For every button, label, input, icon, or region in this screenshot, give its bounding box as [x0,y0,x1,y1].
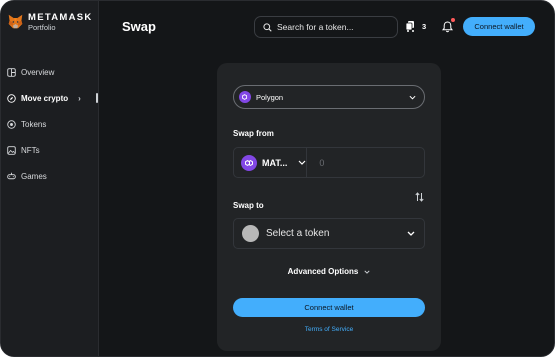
network-select[interactable]: Polygon [233,85,425,109]
nfts-icon [7,145,16,155]
metamask-fox-icon [8,14,23,29]
compass-icon [7,93,16,103]
overview-icon [7,67,16,77]
gamepad-icon [7,172,16,179]
swap-to-label: Swap to [233,201,264,210]
cart-button[interactable]: 3 [405,20,426,32]
swap-arrows-icon [415,192,424,202]
sidebar-item-overview[interactable]: Overview [1,59,98,85]
cart-count: 3 [422,21,427,31]
bell-icon [442,21,453,33]
search-input[interactable] [277,22,395,32]
connect-wallet-button-main[interactable]: Connect wallet [233,298,425,317]
terms-of-service-link[interactable]: Terms of Service [217,326,441,333]
chevron-down-icon [409,95,416,100]
sidebar-item-label: Move crypto [21,93,69,103]
from-token-select[interactable]: MAT... [234,148,308,177]
to-token-placeholder: Select a token [266,228,330,239]
chevron-right-icon: › [78,93,81,103]
brand-subtitle: Portfolio [28,23,56,32]
brand[interactable]: METAMASK Portfolio [7,12,93,32]
brand-name: METAMASK [28,12,93,23]
chevron-down-icon [364,270,370,274]
app-window: METAMASK Portfolio Overview Move crypto … [0,0,555,357]
cart-icon [405,21,414,32]
sidebar-item-label: Overview [21,67,55,77]
sidebar-item-label: NFTs [21,145,40,155]
sidebar: METAMASK Portfolio Overview Move crypto … [1,1,99,356]
token-placeholder-icon [242,225,259,242]
from-token-symbol: MAT... [262,157,288,168]
search-bar[interactable] [254,16,398,38]
active-indicator [96,93,98,103]
sidebar-item-tokens[interactable]: Tokens [1,111,98,137]
sidebar-item-label: Games [21,171,47,181]
matic-icon [241,154,257,171]
sidebar-nav: Overview Move crypto › Tokens NFTs Games [1,59,98,189]
swap-card: Polygon Swap from MAT... Swap to Select … [217,63,441,351]
advanced-options-label: Advanced Options [287,267,359,276]
sidebar-item-games[interactable]: Games [1,163,98,189]
notification-dot [451,18,455,22]
chevron-down-icon [298,160,306,165]
advanced-options-toggle[interactable]: Advanced Options [217,267,441,276]
swap-from-row: MAT... [233,147,439,178]
swap-direction-button[interactable] [415,189,424,207]
notifications-button[interactable] [442,18,455,38]
tokens-icon [7,119,16,129]
chevron-down-icon [407,231,415,236]
from-amount-input[interactable] [307,148,439,177]
connect-wallet-button[interactable]: Connect wallet [463,17,535,36]
to-token-select[interactable]: Select a token [233,218,425,249]
search-icon [263,22,272,32]
polygon-icon [239,91,251,103]
network-name: Polygon [256,92,284,102]
sidebar-item-nfts[interactable]: NFTs [1,137,98,163]
page-title: Swap [122,19,156,34]
swap-from-label: Swap from [233,129,274,138]
sidebar-item-move-crypto[interactable]: Move crypto › [1,85,98,111]
sidebar-item-label: Tokens [21,119,47,129]
